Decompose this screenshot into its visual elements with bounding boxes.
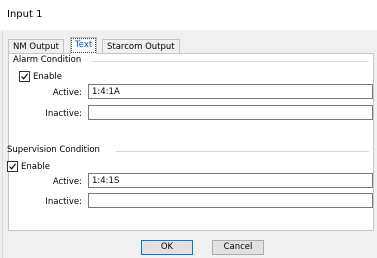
left-border (2, 30, 3, 258)
tab-nm-output[interactable]: NM Output (8, 39, 64, 54)
tab-text-label: Text (75, 40, 93, 50)
cancel-button[interactable]: Cancel (212, 240, 264, 255)
title-bar: Input 1 (0, 0, 377, 28)
supervision-enable-label: Enable (21, 161, 50, 172)
tab-starcom-output-label: Starcom Output (107, 42, 175, 52)
alarm-inactive-input[interactable] (88, 105, 373, 120)
supervision-enable-row: Enable (7, 161, 50, 172)
alarm-group-label: Alarm Condition (13, 55, 82, 65)
tab-text[interactable]: Text (70, 37, 98, 54)
supervision-group-divider (116, 151, 369, 152)
supervision-active-input[interactable]: 1:4:1S (88, 173, 373, 188)
supervision-active-label: Active: (52, 177, 82, 187)
supervision-enable-checkbox[interactable] (7, 161, 18, 172)
ok-button[interactable]: OK (141, 240, 193, 255)
alarm-enable-label: Enable (33, 71, 62, 82)
alarm-active-input[interactable]: 1:4:1A (88, 84, 373, 99)
supervision-group-label: Supervision Condition (7, 145, 100, 155)
alarm-group-divider (91, 61, 369, 62)
supervision-inactive-label: Inactive: (45, 197, 82, 207)
check-icon (21, 73, 29, 80)
check-icon (9, 163, 17, 170)
alarm-inactive-label: Inactive: (45, 109, 82, 119)
tab-starcom-output[interactable]: Starcom Output (102, 39, 180, 54)
tab-content: Alarm Condition Enable Active: 1:4:1A In… (7, 53, 374, 231)
alarm-enable-checkbox[interactable] (19, 71, 30, 82)
window-title: Input 1 (7, 9, 43, 20)
supervision-inactive-input[interactable] (88, 193, 373, 208)
alarm-active-label: Active: (52, 88, 82, 98)
tab-nm-output-label: NM Output (13, 42, 59, 52)
alarm-enable-row: Enable (19, 71, 62, 82)
